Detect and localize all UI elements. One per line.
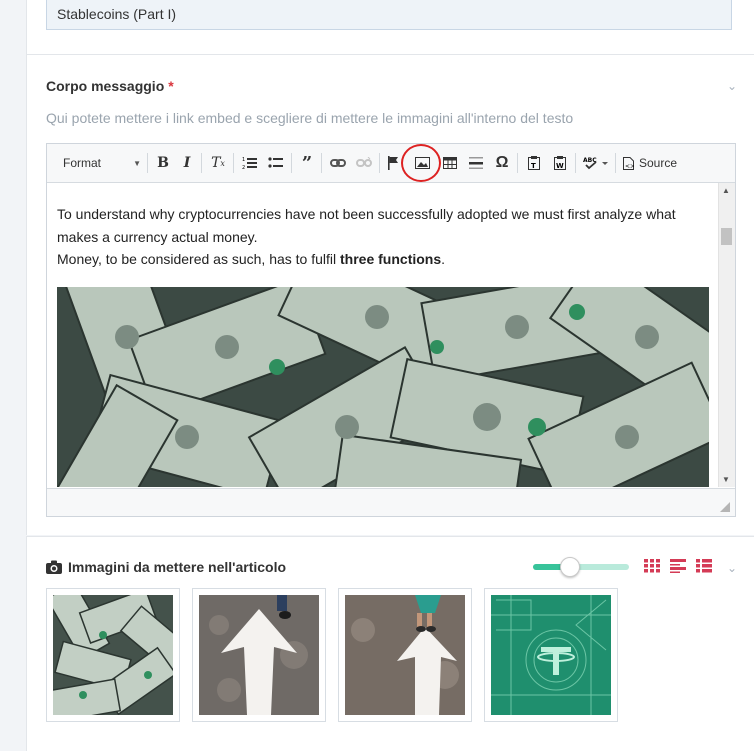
arrow-road-thumbnail-image-2 [345,595,465,715]
svg-text:<>: <> [625,163,634,170]
horizontal-rule-icon[interactable] [465,152,487,174]
source-icon: <> [622,156,634,170]
dropdown-caret-icon: ▼ [133,158,141,168]
toolbar-separator [615,153,616,173]
source-button[interactable]: <> Source [621,152,679,174]
toolbar-separator [147,153,148,173]
rich-text-editor: Format ▼ B I Tx 12 ” Ω T W ABC <> Source… [46,143,736,517]
content-paragraph-2: Money, to be considered as such, has to … [57,248,707,271]
resize-grip-icon[interactable] [720,502,730,512]
para2-text: Money, to be considered as such, has to … [57,251,341,267]
title-input[interactable]: Stablecoins (Part I) [46,0,732,30]
italic-icon[interactable]: I [177,152,197,174]
toolbar-separator [201,153,202,173]
bold-icon[interactable]: B [153,152,173,174]
paste-text-icon[interactable]: T [523,152,545,174]
scroll-down-icon[interactable]: ▼ [722,475,730,484]
gallery-thumbnail-1[interactable] [46,588,180,722]
toolbar-separator [233,153,234,173]
dollar-bills-image[interactable] [47,236,717,487]
detail-list-view-icon[interactable] [670,559,686,573]
grid-view-icon[interactable] [644,559,660,573]
format-dropdown[interactable]: Format ▼ [55,152,145,174]
gallery-title: Immagini da mettere nell'articolo [46,559,286,575]
spellcheck-icon[interactable]: ABC [581,152,611,174]
editor-content[interactable]: To understand why cryptocurrencies have … [47,183,717,487]
collapse-chevron-icon[interactable]: ⌄ [727,79,737,93]
slider-knob[interactable] [560,557,581,577]
source-label: Source [638,156,678,170]
gallery-title-text: Immagini da mettere nell'articolo [68,559,287,575]
numbered-list-icon[interactable]: 12 [239,152,261,174]
paste-word-icon[interactable]: W [549,152,571,174]
bulleted-list-icon[interactable] [265,152,287,174]
gallery-collapse-chevron-icon[interactable]: ⌄ [727,561,737,575]
tether-logo-thumbnail-image [491,595,611,715]
camera-icon [46,560,62,574]
svg-text:W: W [556,162,564,170]
para2-end: . [441,251,446,267]
svg-text:T: T [531,162,536,170]
scroll-thumb[interactable] [721,228,732,245]
body-help-text: Qui potete mettere i link embed e scegli… [46,110,574,126]
gallery-thumbnail-3[interactable] [338,588,472,722]
body-field-panel: Corpo messaggio * ⌄ Qui potete mettere i … [26,55,754,535]
toolbar-separator [379,153,380,173]
table-icon[interactable] [439,152,461,174]
unlink-icon[interactable] [353,152,375,174]
blockquote-icon[interactable]: ” [297,152,317,174]
image-gallery-panel: Immagini da mettere nell'articolo ⌄ [26,536,754,751]
dollar-bills-thumbnail-image [53,595,173,715]
remove-format-icon[interactable]: Tx [207,152,229,174]
toolbar-separator [575,153,576,173]
editor-toolbar: Format ▼ B I Tx 12 ” Ω T W ABC <> Source [47,144,735,183]
list-view-icon[interactable] [696,559,712,573]
link-icon[interactable] [327,152,349,174]
svg-text:2: 2 [242,165,245,170]
toolbar-separator [321,153,322,173]
body-field-label: Corpo messaggio * [46,78,174,94]
title-panel: Stablecoins (Part I) [26,0,754,55]
editor-statusbar [47,488,735,516]
para2-bold-text: three functions [340,251,442,267]
body-label-text: Corpo messaggio [46,78,165,94]
content-paragraph-1: To understand why cryptocurrencies have … [57,206,676,245]
editor-scrollbar[interactable]: ▲ ▼ [718,183,735,487]
anchor-icon[interactable] [383,152,403,174]
svg-text:1: 1 [242,157,245,163]
arrow-road-thumbnail-image-1 [199,595,319,715]
required-marker: * [168,78,174,94]
gallery-thumbnail-2[interactable] [192,588,326,722]
annotation-circle [401,144,441,182]
toolbar-separator [517,153,518,173]
special-char-icon[interactable]: Ω [491,152,513,174]
scroll-up-icon[interactable]: ▲ [722,186,730,195]
toolbar-separator [291,153,292,173]
gallery-thumbnail-4[interactable] [484,588,618,722]
format-label: Format [63,156,102,170]
thumbnail-size-slider[interactable] [533,557,629,577]
